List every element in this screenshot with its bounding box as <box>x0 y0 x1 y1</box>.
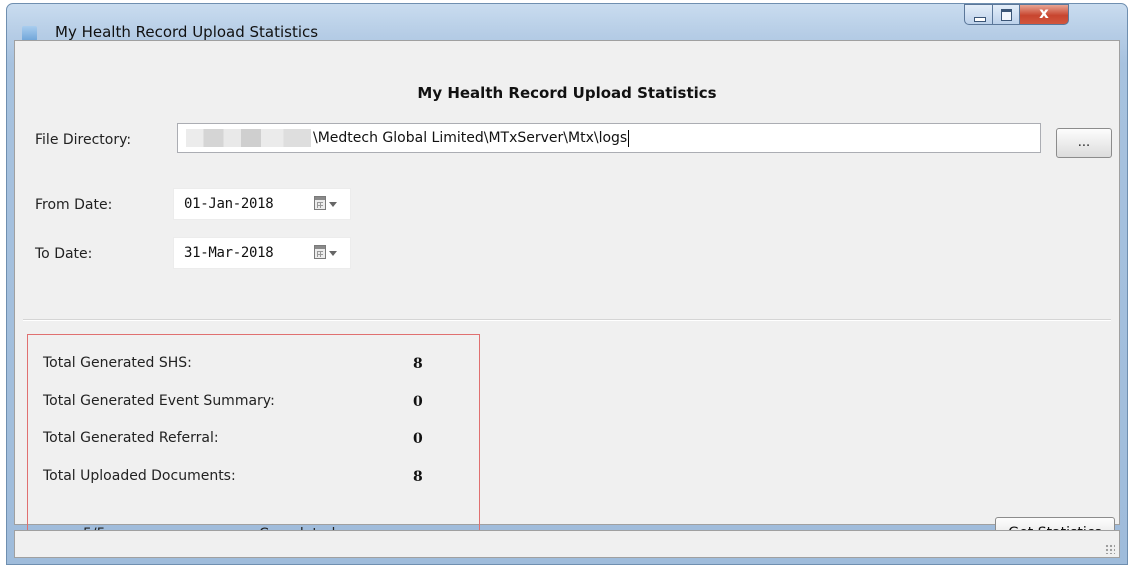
app-icon <box>22 26 37 41</box>
calendar-icon[interactable] <box>314 245 326 259</box>
to-date-label: To Date: <box>35 246 93 262</box>
main-panel: My Health Record Upload Statistics File … <box>14 40 1120 554</box>
minimize-button[interactable] <box>964 4 993 25</box>
status-bar <box>14 530 1120 558</box>
maximize-button[interactable] <box>992 4 1020 25</box>
stat-value-referral: 0 <box>413 431 423 447</box>
to-date-value: 31-Mar-2018 <box>184 245 274 261</box>
to-date-picker[interactable]: 31-Mar-2018 <box>173 237 351 269</box>
file-directory-value: \Medtech Global Limited\MTxServer\Mtx\lo… <box>313 130 628 146</box>
file-directory-input[interactable]: \Medtech Global Limited\MTxServer\Mtx\lo… <box>177 123 1041 153</box>
separator <box>23 319 1111 321</box>
from-date-label: From Date: <box>35 197 113 213</box>
redacted-path-segment <box>186 129 311 147</box>
from-date-value: 01-Jan-2018 <box>184 196 274 212</box>
stat-label-shs: Total Generated SHS: <box>43 355 192 371</box>
stat-label-event-summary: Total Generated Event Summary: <box>43 393 275 409</box>
file-directory-label: File Directory: <box>35 132 132 148</box>
stats-panel: Total Generated SHS: 8 Total Generated E… <box>27 334 480 554</box>
form-heading: My Health Record Upload Statistics <box>417 84 717 102</box>
app-window: My Health Record Upload Statistics x My … <box>6 3 1128 565</box>
minimize-icon <box>974 17 986 22</box>
close-icon: x <box>1039 4 1049 22</box>
stat-label-referral: Total Generated Referral: <box>43 430 219 446</box>
stat-value-event-summary: 0 <box>413 394 423 410</box>
maximize-icon <box>1001 9 1012 21</box>
dropdown-arrow-icon[interactable] <box>329 251 337 256</box>
calendar-icon[interactable] <box>314 196 326 210</box>
close-button[interactable]: x <box>1019 4 1069 25</box>
stat-value-uploaded: 8 <box>413 469 423 485</box>
stat-value-shs: 8 <box>413 356 423 372</box>
window-title: My Health Record Upload Statistics <box>55 23 319 41</box>
browse-button[interactable]: ... <box>1056 128 1112 158</box>
resize-grip-icon[interactable] <box>1105 544 1115 554</box>
stat-label-uploaded: Total Uploaded Documents: <box>43 468 236 484</box>
dropdown-arrow-icon[interactable] <box>329 202 337 207</box>
text-caret <box>628 129 630 147</box>
from-date-picker[interactable]: 01-Jan-2018 <box>173 188 351 220</box>
